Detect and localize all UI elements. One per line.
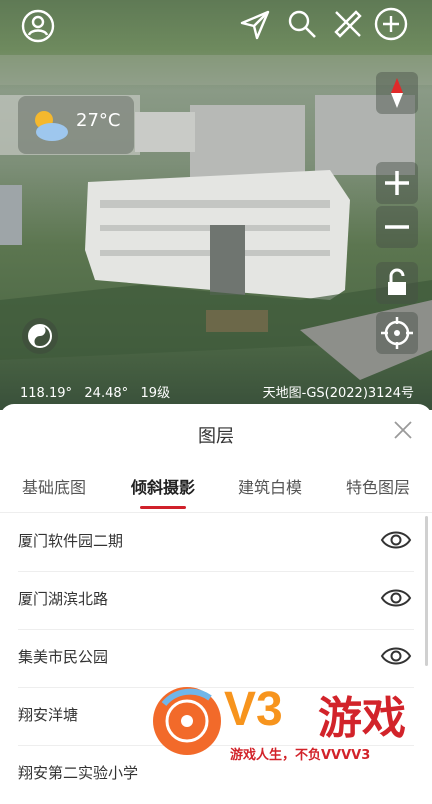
watermark-logo: V3 游戏 游戏人生，不负VVVV3 (150, 678, 432, 768)
send-icon[interactable] (238, 8, 272, 47)
compass-icon (391, 78, 403, 108)
tabs-divider (0, 512, 432, 513)
zoom-level-value: 19级 (140, 386, 171, 401)
tab-basic-basemap[interactable]: 基础底图 (22, 474, 86, 498)
panel-title: 图层 (198, 426, 234, 447)
add-circle-icon[interactable] (374, 7, 408, 46)
coordinate-readout: 118.19° 24.48° 19级 (20, 382, 170, 401)
view-3d-icon (28, 324, 52, 348)
layer-name: 集美市民公园 (18, 648, 109, 666)
search-icon[interactable] (286, 8, 318, 45)
eye-icon[interactable] (380, 644, 412, 672)
layer-name: 厦门软件园二期 (18, 532, 124, 550)
tab-featured-layers[interactable]: 特色图层 (346, 474, 410, 498)
layer-name: 翔安洋塘 (18, 706, 79, 724)
disc-logo-icon (153, 687, 221, 755)
watermark-name: 游戏 (318, 693, 406, 744)
weather-icon (35, 111, 68, 141)
active-tab-indicator (140, 506, 186, 509)
tab-oblique-photography[interactable]: 倾斜摄影 (131, 474, 195, 498)
eye-icon[interactable] (380, 528, 412, 556)
watermark-slogan: 游戏人生，不负VVVV3 (230, 748, 371, 763)
zoom-in-icon (385, 171, 409, 195)
weather-widget: 27°C (18, 96, 134, 154)
compass-button[interactable] (376, 72, 418, 114)
zoom-in-button[interactable] (376, 162, 418, 204)
tab-building-white-model[interactable]: 建筑白模 (238, 474, 302, 498)
lock-icon (388, 268, 406, 295)
latitude-value: 24.48° (84, 386, 129, 401)
map-copyright: 天地图-GS(2022)3124号 (262, 386, 414, 401)
aerial-scene (0, 55, 432, 380)
layer-name: 厦门湖滨北路 (18, 590, 109, 608)
user-icon[interactable] (20, 8, 56, 49)
lock-button[interactable] (376, 262, 418, 304)
map-view[interactable]: 27°C 118.19° 24.48° 19级 天地图-GS(2022)3124… (0, 0, 432, 410)
layer-name: 翔安第二实验小学 (18, 764, 139, 782)
layer-row[interactable]: 厦门软件园二期 (0, 514, 432, 572)
longitude-value: 118.19° (20, 386, 72, 401)
eye-icon[interactable] (380, 586, 412, 614)
layer-tabs: 基础底图 倾斜摄影 建筑白模 特色图层 (0, 474, 432, 506)
temperature-label: 27°C (76, 110, 121, 131)
scrollbar[interactable] (425, 516, 428, 666)
locate-icon (381, 317, 413, 349)
close-icon[interactable] (392, 418, 414, 446)
layer-row[interactable]: 厦门湖滨北路 (0, 572, 432, 630)
view-3d-button[interactable] (22, 318, 58, 354)
zoom-out-button[interactable] (376, 206, 418, 248)
watermark-brand: V3 (224, 683, 283, 736)
zoom-out-icon (385, 225, 409, 229)
ruler-icon[interactable] (332, 8, 364, 45)
locate-button[interactable] (376, 312, 418, 354)
